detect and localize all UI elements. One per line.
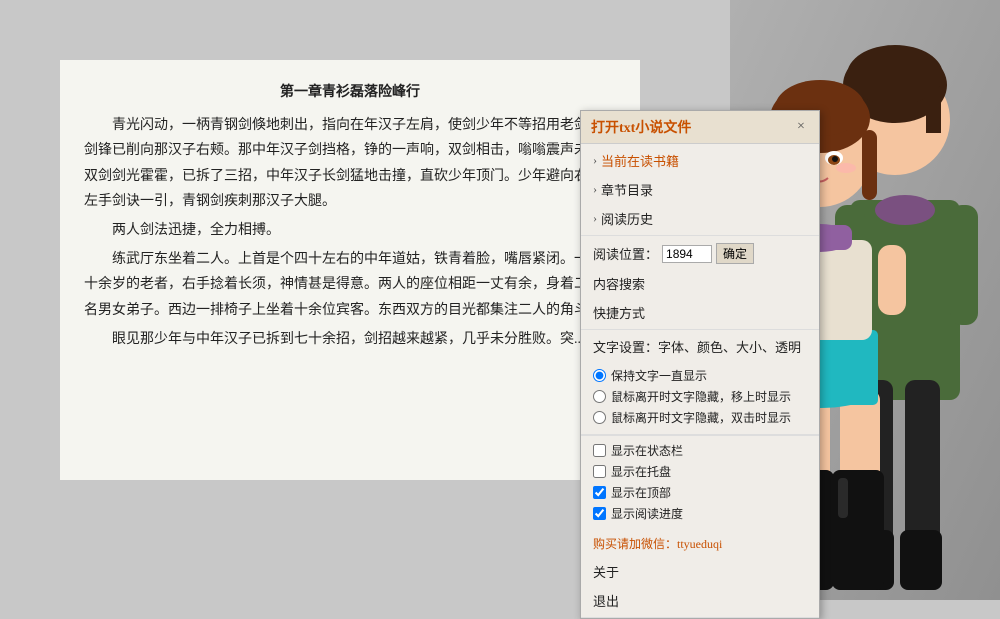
menu-header: 打开txt小说文件 × (581, 111, 819, 144)
radio-group: 保持文字一直显示 鼠标离开时文字隐藏，移上时显示 鼠标离开时文字隐藏，双击时显示 (581, 361, 819, 432)
current-reading-label: 当前在读书籍 (601, 151, 679, 170)
checkbox-tray[interactable]: 显示在托盘 (593, 461, 807, 482)
text-settings-item[interactable]: 文字设置：字体、颜色、大小、透明 (581, 332, 819, 361)
paragraph-1: 青光闪动，一柄青钢剑倏地刺出，指向在年汉子左肩，使剑少年不等招用老剑斜，剑锋已削… (84, 113, 616, 214)
text-settings-label: 文字设置：字体、颜色、大小、透明 (593, 337, 801, 356)
checkbox-group: 显示在状态栏 显示在托盘 显示在顶部 显示阅读进度 (581, 435, 819, 528)
about-label: 关于 (593, 565, 619, 580)
exit-item[interactable]: 退出 (581, 586, 819, 615)
checkbox-tray-label: 显示在托盘 (611, 463, 671, 480)
about-item[interactable]: 关于 (581, 557, 819, 586)
arrow-icon: › (593, 153, 597, 168)
bottom-section: 购买请加微信：ttyueduqi 关于 退出 (581, 528, 819, 618)
arrow-icon-2: › (593, 182, 597, 197)
wechat-label: 购买请加微信：ttyueduqi (593, 537, 722, 551)
reading-history-item[interactable]: › 阅读历史 (581, 204, 819, 233)
novel-text-area: 第一章青衫磊落险峰行 青光闪动，一柄青钢剑倏地刺出，指向在年汉子左肩，使剑少年不… (60, 60, 640, 480)
close-button[interactable]: × (793, 119, 809, 135)
checkbox-reading-progress-label: 显示阅读进度 (611, 505, 683, 522)
paragraph-2: 两人剑法迅捷，全力相搏。 (84, 218, 616, 243)
menu-popup: 打开txt小说文件 × › 当前在读书籍 › 章节目录 › 阅读历史 阅读位置：… (580, 110, 820, 619)
read-position-section: 阅读位置： 确定 内容搜索 快捷方式 (581, 236, 819, 330)
current-reading-section: › 当前在读书籍 › 章节目录 › 阅读历史 (581, 144, 819, 236)
read-position-row: 阅读位置： 确定 (581, 238, 819, 269)
current-reading-item[interactable]: › 当前在读书籍 (581, 146, 819, 175)
checkbox-status-bar-label: 显示在状态栏 (611, 442, 683, 459)
confirm-button[interactable]: 确定 (716, 243, 754, 264)
menu-title: 打开txt小说文件 (591, 117, 691, 137)
paragraph-4: 眼见那少年与中年汉子已拆到七十余招，剑招越来越紧，几乎未分胜败。突... (84, 327, 616, 352)
checkbox-reading-progress[interactable]: 显示阅读进度 (593, 503, 807, 524)
reading-history-label: 阅读历史 (601, 209, 653, 228)
read-position-input[interactable] (662, 245, 712, 263)
content-search-label: 内容搜索 (593, 274, 645, 293)
radio-always-show[interactable]: 保持文字一直显示 (593, 365, 807, 386)
shortcut-label: 快捷方式 (593, 303, 645, 322)
paragraph-3: 练武厅东坐着二人。上首是个四十左右的中年道姑，铁青着脸，嘴唇紧闭。一个五十余岁的… (84, 247, 616, 323)
radio-always-show-label: 保持文字一直显示 (611, 367, 707, 384)
content-search-item[interactable]: 内容搜索 (581, 269, 819, 298)
radio-hide-label: 鼠标离开时文字隐藏，移上时显示 (611, 388, 791, 405)
wechat-row: 购买请加微信：ttyueduqi (581, 530, 819, 557)
chapter-title: 第一章青衫磊落险峰行 (84, 80, 616, 105)
chapter-catalog-item[interactable]: › 章节目录 (581, 175, 819, 204)
checkbox-status-bar[interactable]: 显示在状态栏 (593, 440, 807, 461)
chapter-catalog-label: 章节目录 (601, 180, 653, 199)
arrow-icon-3: › (593, 211, 597, 226)
shortcut-item[interactable]: 快捷方式 (581, 298, 819, 327)
radio-hide-double-click[interactable]: 鼠标离开时文字隐藏，双击时显示 (593, 407, 807, 428)
radio-doubleclick-label: 鼠标离开时文字隐藏，双击时显示 (611, 409, 791, 426)
text-settings-section: 文字设置：字体、颜色、大小、透明 保持文字一直显示 鼠标离开时文字隐藏，移上时显… (581, 330, 819, 435)
checkbox-top[interactable]: 显示在顶部 (593, 482, 807, 503)
radio-hide-mouse-leave[interactable]: 鼠标离开时文字隐藏，移上时显示 (593, 386, 807, 407)
exit-label: 退出 (593, 594, 619, 609)
checkbox-top-label: 显示在顶部 (611, 484, 671, 501)
read-position-label: 阅读位置： (593, 244, 658, 263)
